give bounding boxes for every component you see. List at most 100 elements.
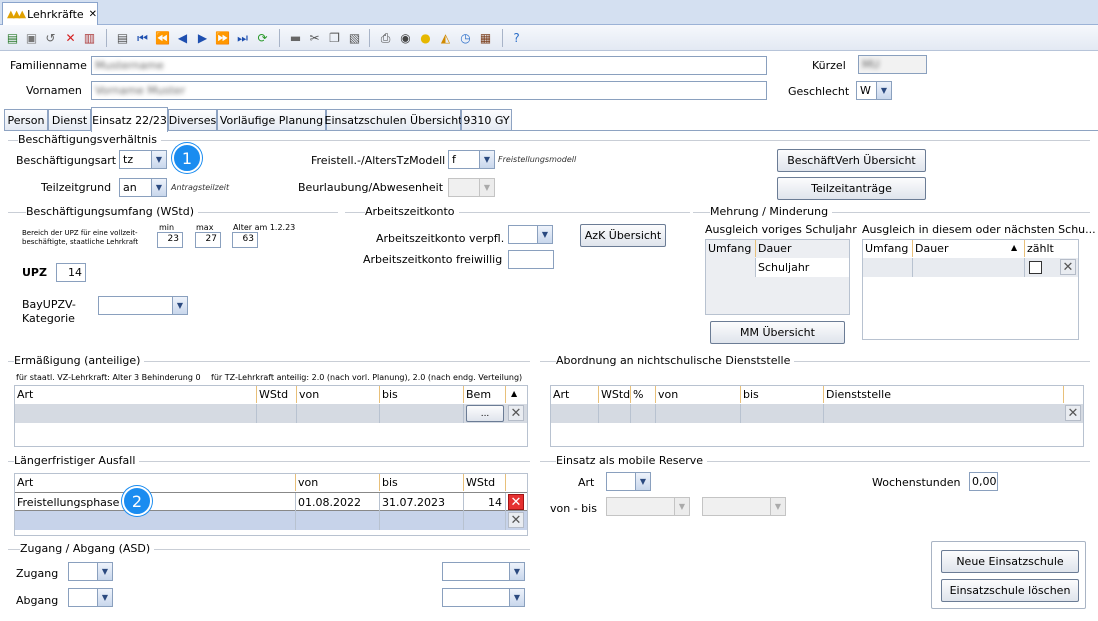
- tab-einsatz[interactable]: Einsatz 22/23: [91, 107, 168, 132]
- new-record-icon[interactable]: ▤: [4, 29, 21, 46]
- close-icon[interactable]: ✕: [89, 9, 97, 20]
- kuerzel-field[interactable]: MU: [858, 55, 927, 74]
- print-icon[interactable]: ⎙: [377, 29, 394, 46]
- chevron-down-icon[interactable]: ▼: [876, 82, 891, 99]
- save-icon[interactable]: ▣: [23, 29, 40, 46]
- chevron-down-icon[interactable]: ▼: [172, 297, 187, 314]
- copy-record-icon[interactable]: ▤: [114, 29, 131, 46]
- beschaeftigungsart-select[interactable]: tz ▼: [119, 150, 167, 169]
- geschlecht-select[interactable]: W ▼: [856, 81, 892, 100]
- delete-row-icon[interactable]: ✕: [1065, 405, 1081, 421]
- zaehlt-checkbox[interactable]: [1029, 261, 1042, 274]
- sort-asc-icon[interactable]: ▲: [1011, 243, 1017, 252]
- abgang-date-select[interactable]: ▼: [442, 588, 525, 607]
- filter-icon[interactable]: ◭: [437, 29, 454, 46]
- paste-icon[interactable]: ▧: [346, 29, 363, 46]
- prev-record-icon[interactable]: ◀: [174, 29, 191, 46]
- cut-icon[interactable]: ✂: [306, 29, 323, 46]
- mobile-art-select[interactable]: ▼: [606, 472, 651, 491]
- azk-freiwillig-field[interactable]: [508, 250, 554, 269]
- column-header-wstd: WStd: [601, 386, 631, 403]
- delete-row-icon[interactable]: ✕: [508, 405, 524, 421]
- abgang-select[interactable]: ▼: [68, 588, 113, 607]
- alter-value: 63: [232, 232, 258, 248]
- chevron-down-icon[interactable]: ▼: [635, 473, 650, 490]
- chevron-down-icon[interactable]: ▼: [97, 563, 112, 580]
- first-record-icon[interactable]: ⏮: [134, 29, 151, 46]
- delete-row-icon[interactable]: ✕: [508, 512, 524, 528]
- beurlaubung-select[interactable]: ▼: [448, 178, 495, 197]
- chevron-down-icon[interactable]: ▼: [479, 179, 494, 196]
- column-header-wstd: WStd: [464, 474, 506, 491]
- column-header-von: von: [296, 474, 380, 491]
- tab-diverses[interactable]: Diverses: [168, 109, 217, 131]
- wochenstunden-field[interactable]: 0,00: [969, 472, 998, 491]
- zugang-select[interactable]: ▼: [68, 562, 113, 581]
- bayupzv-select[interactable]: ▼: [98, 296, 188, 315]
- azk-uebersicht-button[interactable]: AzK Übersicht: [580, 224, 666, 247]
- delete-row-icon[interactable]: ✕: [508, 494, 524, 510]
- column-header-art: Art: [551, 386, 599, 403]
- teilzeitantraege-button[interactable]: Teilzeitanträge: [777, 177, 926, 200]
- callout-badge-2: 2: [122, 486, 152, 516]
- bem-dots-button[interactable]: ...: [466, 405, 504, 422]
- chevron-down-icon[interactable]: ▼: [509, 589, 524, 606]
- familienname-field[interactable]: Mustername: [91, 56, 767, 75]
- tab-person[interactable]: Person: [4, 109, 48, 131]
- column-header-dauer: Dauer: [913, 240, 1025, 257]
- teilzeitgrund-select[interactable]: an ▼: [119, 178, 167, 197]
- delete-row-icon[interactable]: ✕: [1060, 259, 1076, 275]
- next-record-icon[interactable]: ▶: [194, 29, 211, 46]
- dauer-cell: Schuljahr: [758, 261, 810, 274]
- table-row[interactable]: ✕: [863, 258, 1078, 277]
- mobile-bis-select[interactable]: ▼: [702, 497, 786, 516]
- sort-asc-icon[interactable]: ▲: [511, 389, 517, 398]
- hint-icon[interactable]: ●: [417, 29, 434, 46]
- tab-vorlaeufige-planung[interactable]: Vorläufige Planung: [217, 109, 326, 131]
- prev-page-icon[interactable]: ⏪: [154, 29, 171, 46]
- table-row[interactable]: Schuljahr: [706, 258, 849, 277]
- preview-icon[interactable]: ◉: [397, 29, 414, 46]
- familienname-value: Mustername: [95, 59, 164, 72]
- mm-uebersicht-button[interactable]: MM Übersicht: [710, 321, 845, 344]
- mobile-von-select[interactable]: ▼: [606, 497, 690, 516]
- chevron-down-icon[interactable]: ▼: [97, 589, 112, 606]
- report-icon[interactable]: ▦: [477, 29, 494, 46]
- chevron-down-icon[interactable]: ▼: [151, 179, 166, 196]
- upz-field[interactable]: 14: [56, 263, 86, 282]
- chevron-down-icon[interactable]: ▼: [151, 151, 166, 168]
- next-page-icon[interactable]: ⏩: [214, 29, 231, 46]
- remove-icon[interactable]: ▬: [287, 29, 304, 46]
- delete-icon[interactable]: ✕: [62, 29, 79, 46]
- tab-dienst[interactable]: Dienst: [48, 109, 91, 131]
- table-row[interactable]: ✕: [15, 511, 527, 530]
- freistell-select[interactable]: f ▼: [448, 150, 495, 169]
- tab-9310-gy[interactable]: 9310 GY: [461, 109, 512, 131]
- table-row[interactable]: ... ✕: [15, 404, 527, 423]
- chevron-down-icon[interactable]: ▼: [509, 563, 524, 580]
- neue-einsatzschule-button[interactable]: Neue Einsatzschule: [941, 550, 1079, 573]
- last-record-icon[interactable]: ⏭: [234, 29, 251, 46]
- zugang-date-select[interactable]: ▼: [442, 562, 525, 581]
- einsatzschule-loeschen-button[interactable]: Einsatzschule löschen: [941, 579, 1079, 602]
- copy-icon[interactable]: ❐: [326, 29, 343, 46]
- clock-icon[interactable]: ◷: [457, 29, 474, 46]
- table-row[interactable]: ✕: [551, 404, 1083, 423]
- refresh-icon[interactable]: ⟳: [254, 29, 271, 46]
- tab-einsatzschulen-uebersicht[interactable]: Einsatzschulen Übersicht: [325, 109, 463, 131]
- column-header-bem: Bem: [464, 386, 506, 403]
- window-tab[interactable]: ▲▲▲ Lehrkräfte ✕: [2, 2, 98, 25]
- beschaeftigungsart-label: Beschäftigungsart: [16, 154, 117, 167]
- vornamen-field[interactable]: Vorname Muster: [91, 81, 767, 100]
- chevron-down-icon[interactable]: ▼: [770, 498, 785, 515]
- chevron-down-icon[interactable]: ▼: [537, 226, 552, 243]
- beschaeftverh-uebersicht-button[interactable]: BeschäftVerh Übersicht: [777, 149, 926, 172]
- column-header-von: von: [656, 386, 741, 403]
- help-icon[interactable]: ?: [508, 29, 525, 46]
- azk-verpfl-select[interactable]: ▼: [508, 225, 553, 244]
- chevron-down-icon[interactable]: ▼: [674, 498, 689, 515]
- chevron-down-icon[interactable]: ▼: [479, 151, 494, 168]
- discard-icon[interactable]: ▥: [81, 29, 98, 46]
- table-row[interactable]: Freistellungsphase 01.08.2022 31.07.2023…: [15, 492, 527, 512]
- undo-icon[interactable]: ↺: [42, 29, 59, 46]
